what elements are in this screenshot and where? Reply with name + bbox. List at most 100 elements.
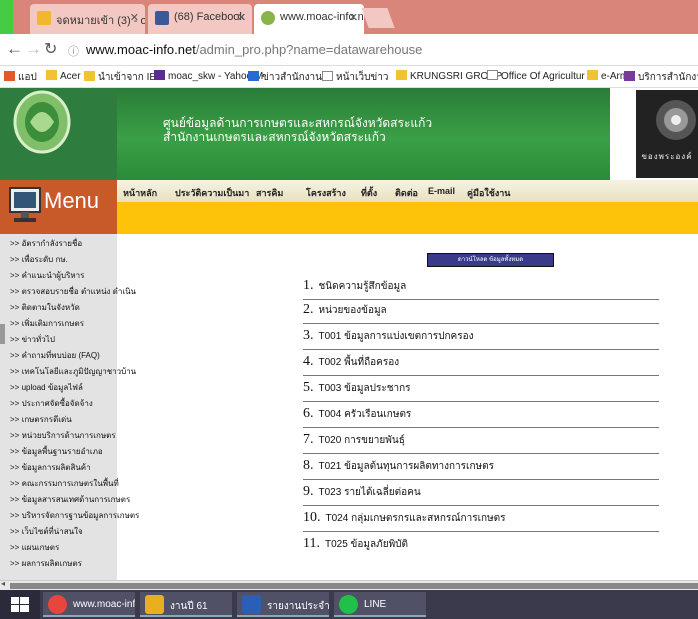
- address-path: /admin_pro.php?name=datawarehouse: [195, 42, 423, 57]
- bookmark-item[interactable]: นำเข้าจาก IE: [84, 70, 156, 85]
- side-menu-item[interactable]: >> แผนเกษตร: [10, 541, 59, 554]
- side-menu-item[interactable]: >> บริหารจัดการฐานข้อมูลการเกษตร: [10, 509, 139, 522]
- side-menu-item[interactable]: >> เกษตรกรดีเด่น: [10, 413, 72, 426]
- web-page: ของพระองค์ ศูนย์ข้อมูลด้านการเกษตรและสหก…: [0, 88, 698, 580]
- taskbar-item-folder[interactable]: งานปี 61: [140, 592, 232, 617]
- nav-link[interactable]: สารคิม: [256, 186, 283, 200]
- side-menu-item[interactable]: >> ข้อมูลพื้นฐานรายอำเภอ: [10, 445, 103, 458]
- monitor-icon: [9, 187, 41, 222]
- site-icon: [261, 11, 275, 25]
- scroll-left-icon[interactable]: ◂: [1, 579, 5, 588]
- data-row[interactable]: 1. ชนิดความรู้สึกข้อมูล: [303, 278, 659, 300]
- bookmark-item[interactable]: ข่าวสำนักงานฯ: [248, 70, 328, 85]
- data-row[interactable]: 6. T004 ครัวเรือนเกษตร: [303, 406, 659, 428]
- data-row[interactable]: 10. T024 กลุ่มเกษตรกรและสหกรณ์การเกษตร: [303, 510, 659, 532]
- menu-title: Menu: [44, 188, 100, 213]
- page-icon: [487, 70, 498, 80]
- download-all-button[interactable]: ดาวน์โหลด ข้อมูลทั้งหมด: [427, 253, 554, 267]
- reload-icon[interactable]: ↻: [44, 39, 57, 59]
- side-menu-item[interactable]: >> อัตรากำลังรายชื่อ: [10, 237, 82, 250]
- site-subtitle: สำนักงานเกษตรและสหกรณ์จังหวัดสระแก้ว: [163, 130, 386, 144]
- browser-tab-strip: จดหมายเข้า (3) - opsmoac ✕ (68) Facebook…: [0, 0, 698, 34]
- forward-icon[interactable]: →: [25, 39, 42, 59]
- nav-link[interactable]: ประวัติความเป็นมา: [175, 186, 249, 200]
- bookmark-item[interactable]: หน้าเว็บข่าว: [322, 70, 389, 85]
- bookmark-item[interactable]: แอป: [4, 70, 37, 85]
- address-bar[interactable]: ⓘ www.moac-info.net/admin_pro.php?name=d…: [64, 37, 698, 63]
- side-menu-item[interactable]: >> หน่วยบริการด้านการเกษตร: [10, 429, 116, 442]
- data-row[interactable]: 2. หน่วยของข้อมูล: [303, 302, 659, 324]
- side-menu-item[interactable]: >> ข่าวทั่วไป: [10, 333, 55, 346]
- nav-link[interactable]: E-mail: [428, 186, 455, 196]
- nav-link[interactable]: ติดต่อ: [395, 186, 418, 200]
- news-icon: [248, 71, 259, 81]
- bookmark-item[interactable]: moac_skw - Yahoo M: [154, 70, 263, 82]
- address-host: www.moac-info.net: [86, 42, 196, 57]
- tab-facebook[interactable]: (68) Facebook ✕: [148, 4, 252, 34]
- ministry-logo: [0, 88, 117, 180]
- side-menu-item[interactable]: >> เว็บไซต์ที่น่าสนใจ: [10, 525, 83, 538]
- apps-icon: [4, 71, 15, 81]
- royal-emblem: [636, 90, 698, 178]
- tab-moac[interactable]: www.moac-info.net/adm ✕: [254, 4, 364, 34]
- taskbar-item-word[interactable]: รายงานประจำปี 60 ก...: [237, 592, 329, 617]
- page-info-icon[interactable]: ⓘ: [68, 43, 79, 59]
- data-row[interactable]: 4. T002 พื้นที่ถือครอง: [303, 354, 659, 376]
- side-menu-item[interactable]: >> ติดตามในจังหวัด: [10, 301, 80, 314]
- nav-link[interactable]: คู่มือใช้งาน: [467, 186, 510, 200]
- side-menu-item[interactable]: >> ผลการผลิตเกษตร: [10, 557, 82, 570]
- windows-logo-icon: [11, 597, 29, 612]
- line-icon: [339, 595, 358, 614]
- yahoo-mail-icon: [154, 70, 165, 80]
- taskbar-item-line[interactable]: LINE: [334, 592, 426, 617]
- horizontal-scrollbar[interactable]: ◂: [0, 579, 698, 590]
- back-icon[interactable]: ←: [6, 39, 23, 59]
- folder-icon: [46, 70, 57, 80]
- data-row[interactable]: 7. T020 การขยายพันธุ์: [303, 432, 659, 454]
- taskbar-item-chrome[interactable]: www.moac-info...: [43, 592, 135, 617]
- side-menu-item[interactable]: >> คณะกรรมการเกษตรในพื้นที่: [10, 477, 119, 490]
- bookmark-item[interactable]: Acer: [46, 70, 81, 82]
- nav-link[interactable]: โครงสร้าง: [306, 186, 346, 200]
- side-menu-item[interactable]: >> ข้อมูลการผลิตสินค้า: [10, 461, 91, 474]
- new-tab-button[interactable]: [361, 8, 395, 28]
- tab-label: (68) Facebook: [174, 11, 245, 23]
- chrome-icon: [48, 595, 67, 614]
- side-menu-item[interactable]: >> คำถามที่พบบ่อย (FAQ): [10, 349, 100, 362]
- bookmark-item[interactable]: บริการสำนักงาน: [624, 70, 698, 85]
- close-icon[interactable]: ✕: [237, 11, 246, 24]
- site-nav-bar: หน้าหลัก ประวัติความเป็นมา สารคิม โครงสร…: [117, 180, 698, 202]
- side-menu-item[interactable]: >> ประกาศจัดซื้อจัดจ้าง: [10, 397, 93, 410]
- browser-toolbar: ← → ↻ ⓘ www.moac-info.net/admin_pro.php?…: [0, 34, 698, 66]
- folder-icon: [396, 70, 407, 80]
- nav-link[interactable]: หน้าหลัก: [123, 186, 157, 200]
- windows-taskbar: www.moac-info... งานปี 61 รายงานประจำปี …: [0, 590, 698, 619]
- side-menu-item[interactable]: >> เทคโนโลยีและภูมิปัญญาชาวบ้าน: [10, 365, 136, 378]
- royal-emblem-icon: [656, 100, 696, 140]
- side-menu-item[interactable]: >> upload ข้อมูลไฟล์: [10, 381, 83, 394]
- data-row[interactable]: 9. T023 รายได้เฉลี่ยต่อคน: [303, 484, 659, 506]
- data-row[interactable]: 8. T021 ข้อมูลต้นทุนการผลิตทางการเกษตร: [303, 458, 659, 480]
- side-menu-item[interactable]: >> เพิ่มเติมการเกษตร: [10, 317, 84, 330]
- side-menu-item[interactable]: >> เพื่อระดับ กษ.: [10, 253, 68, 266]
- side-menu-item[interactable]: >> คำแนะนำผู้บริหาร: [10, 269, 84, 282]
- data-row[interactable]: 3. T001 ข้อมูลการแบ่งเขตการปกครอง: [303, 328, 659, 350]
- data-row[interactable]: 5. T003 ข้อมูลประชากร: [303, 380, 659, 402]
- nav-link[interactable]: ที่ตั้ง: [361, 186, 377, 200]
- side-menu-item[interactable]: >> ข้อมูลสารสนเทศด้านการเกษตร: [10, 493, 130, 506]
- folder-icon: [84, 71, 95, 81]
- folder-icon: [587, 70, 598, 80]
- close-icon[interactable]: ✕: [130, 11, 139, 24]
- side-menu: >> อัตรากำลังรายชื่อ >> เพื่อระดับ กษ. >…: [0, 234, 139, 580]
- scrollbar-thumb[interactable]: [10, 583, 698, 589]
- vertical-scrollbar[interactable]: [0, 324, 5, 344]
- service-icon: [624, 71, 635, 81]
- start-button[interactable]: [0, 590, 40, 619]
- emblem-caption: ของพระองค์: [641, 152, 693, 161]
- close-icon[interactable]: ✕: [349, 11, 358, 24]
- tab-gmail[interactable]: จดหมายเข้า (3) - opsmoac ✕: [30, 4, 145, 34]
- side-menu-item[interactable]: >> ตรวจสอบรายชื่อ ตำแหน่ง ดำเนิน: [10, 285, 136, 298]
- yellow-stripe: [117, 202, 698, 234]
- bookmark-item[interactable]: Office Of Agricultur: [487, 70, 585, 82]
- data-row[interactable]: 11. T025 ข้อมูลภัยพิบัติ: [303, 536, 659, 558]
